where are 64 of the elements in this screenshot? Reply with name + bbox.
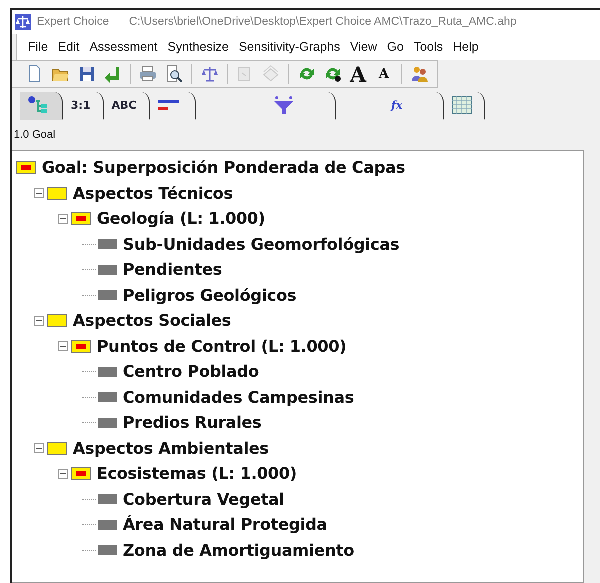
tree-node-label[interactable]: Aspectos Técnicos <box>73 184 234 203</box>
tree-node-label[interactable]: Cobertura Vegetal <box>123 490 284 509</box>
menu-item[interactable]: View <box>345 40 382 54</box>
tree-node-label[interactable]: Aspectos Ambientales <box>73 438 269 458</box>
menu-item[interactable]: Synthesize <box>162 40 234 54</box>
priority-node-icon <box>16 161 36 174</box>
tree-node-label[interactable]: Pendientes <box>123 260 222 280</box>
collapse-toggle[interactable] <box>34 188 44 198</box>
tree-node-label[interactable]: Área Natural Protegida <box>123 515 328 534</box>
collapse-toggle[interactable] <box>34 316 44 326</box>
collapse-toggle[interactable] <box>58 341 68 352</box>
tree-node-label[interactable]: Puntos de Control (L: 1.000) <box>97 336 347 356</box>
leaf-icon <box>98 494 117 504</box>
menu-item[interactable]: Tools <box>408 40 448 54</box>
floppy-icon[interactable] <box>78 65 96 83</box>
priority-node-icon <box>71 212 91 226</box>
tree-node-label[interactable]: Ecosistemas (L: 1.000) <box>97 464 297 484</box>
view-tab[interactable] <box>20 92 63 120</box>
collapse-toggle[interactable] <box>58 468 68 479</box>
window-title: Expert Choice <box>37 16 110 28</box>
tree-node-label[interactable]: Comunidades Campesinas <box>123 388 354 407</box>
menu-item[interactable]: Assessment <box>84 40 163 54</box>
tree-node-label[interactable]: Sub-Unidades Geomorfológicas <box>123 234 400 254</box>
node-icon <box>47 442 67 455</box>
tree-node-label[interactable]: Centro Poblado <box>123 362 260 382</box>
leaf-icon <box>98 366 117 377</box>
leaf-icon <box>98 392 117 402</box>
node-icon <box>47 186 67 200</box>
tree-icon <box>28 96 50 114</box>
leaf-icon <box>98 239 117 250</box>
leaf-icon <box>98 520 117 530</box>
people-icon[interactable] <box>410 65 429 83</box>
scale-logo-icon <box>15 14 31 30</box>
menu-item[interactable]: File <box>23 40 54 54</box>
leaf-icon <box>98 264 117 275</box>
bar-chart-icon <box>158 97 179 113</box>
arrow-icon[interactable] <box>104 65 122 83</box>
tree-node-label[interactable]: Peligros Geológicos <box>123 286 297 305</box>
priority-node-icon <box>71 467 91 480</box>
leaf-icon <box>98 545 117 556</box>
tree-node-label[interactable]: Geología (L: 1.000) <box>97 209 266 228</box>
menu-item[interactable]: Go <box>382 40 409 54</box>
menu-item[interactable]: Edit <box>53 40 85 54</box>
tree-node-label[interactable]: Goal: Superposición Ponderada de Capas <box>42 158 406 178</box>
menu-item[interactable]: Sensitivity-Graphs <box>234 40 346 54</box>
font-smaller-button[interactable]: A <box>372 63 396 85</box>
leaf-icon <box>98 418 117 428</box>
menu-item[interactable]: Help <box>448 40 484 54</box>
font-larger-button[interactable]: A <box>346 63 370 85</box>
leaf-icon <box>98 290 117 300</box>
breadcrumb: 1.0 Goal <box>13 128 57 143</box>
funnel-icon <box>272 96 295 114</box>
collapse-toggle[interactable] <box>58 214 68 224</box>
printer-icon[interactable] <box>139 65 158 83</box>
tree-node-label[interactable]: Predios Rurales <box>123 413 262 432</box>
file-path: C:\Users\briel\OneDrive\Desktop\Expert Choice AMC\Trazo_Ruta_AMC.ahp <box>129 16 517 28</box>
node-icon <box>47 314 67 328</box>
collapse-toggle[interactable] <box>34 443 44 454</box>
scale-icon[interactable] <box>200 65 219 83</box>
tree-node-label[interactable]: Zona de Amortiguamiento <box>123 540 354 560</box>
grid-icon <box>452 96 472 114</box>
priority-node-icon <box>71 340 91 353</box>
magnifier-icon[interactable] <box>164 65 183 83</box>
tree-node-label[interactable]: Aspectos Sociales <box>73 311 232 330</box>
